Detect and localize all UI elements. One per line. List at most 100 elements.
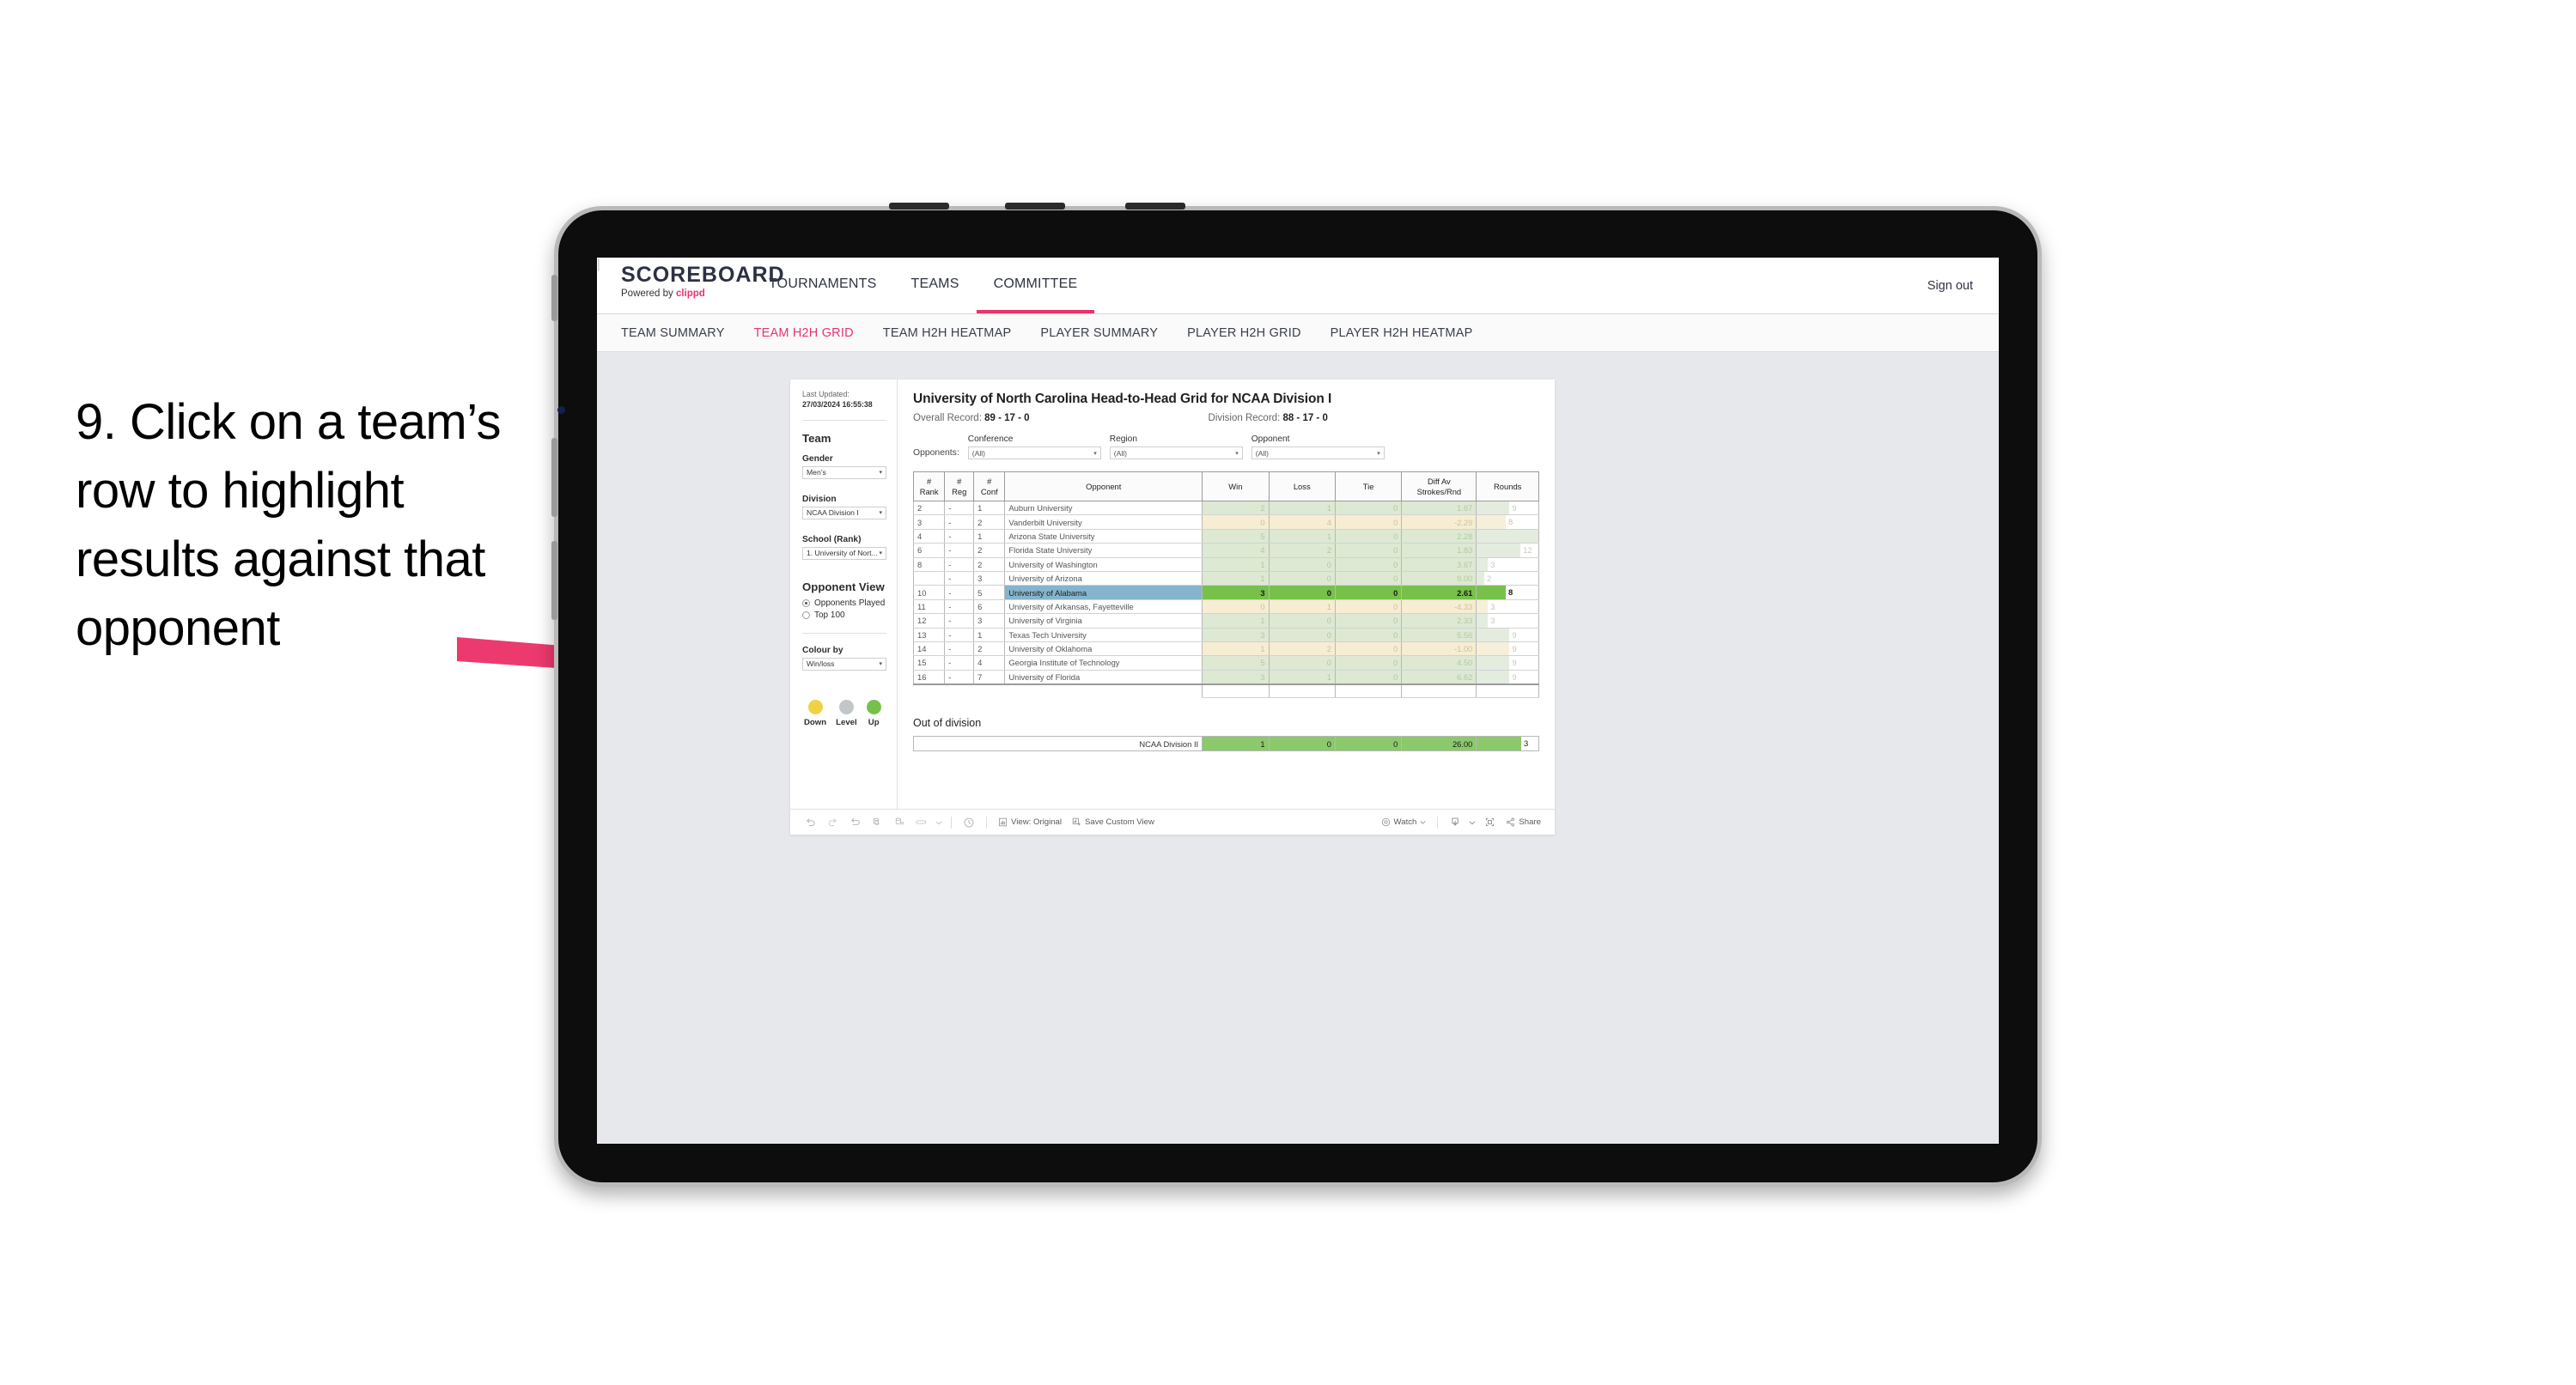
cell-rank: 14 bbox=[912, 641, 946, 657]
table-header-rank[interactable]: # Rank bbox=[912, 471, 946, 501]
table-header-win[interactable]: Win bbox=[1202, 471, 1270, 501]
table-header-conf[interactable]: # Conf bbox=[973, 471, 1006, 501]
table-header-row: # Rank # Reg # Conf Opponent Win Loss Tie Diff Av S… bbox=[912, 471, 1539, 501]
cell-diff: -1.00 bbox=[1401, 641, 1477, 657]
top-navigation-bar: SCOREBOARD Powered by clippd TOURNAMENTS… bbox=[597, 258, 1999, 314]
table-row[interactable]: 14-2 University of Oklahoma 1 2 0 -1.00 9 bbox=[912, 641, 1539, 657]
table-row[interactable]: 8-2 University of Washington 1 0 0 3.67 3 bbox=[912, 556, 1539, 572]
table-row[interactable]: 11-6 University of Arkansas, Fayetteville… bbox=[912, 598, 1539, 615]
cell-rank: 12 bbox=[912, 613, 946, 629]
redo-icon[interactable] bbox=[821, 813, 843, 832]
table-row[interactable]: 12-3 University of Virginia 1 0 0 2.33 3 bbox=[912, 613, 1539, 629]
cell-loss: 2 bbox=[1268, 543, 1336, 558]
team-section-heading: Team bbox=[802, 431, 831, 445]
record-row: Overall Record: 89 - 17 - 0 Division Rec… bbox=[913, 413, 1539, 423]
device-top-button-3 bbox=[1125, 203, 1185, 210]
download-icon[interactable] bbox=[1444, 813, 1466, 832]
share-label: Share bbox=[1519, 817, 1541, 827]
subtab-team-h2h-grid[interactable]: TEAM H2H GRID bbox=[754, 326, 854, 340]
table-row[interactable]: 6-2 Florida State University 4 2 0 1.83 12 bbox=[912, 543, 1539, 558]
fullscreen-icon[interactable] bbox=[1478, 813, 1501, 832]
subtab-player-summary[interactable]: PLAYER SUMMARY bbox=[1040, 326, 1158, 340]
table-row[interactable]: 4-1Arizona State University5102.2817 bbox=[912, 528, 1539, 544]
chevron-down-icon[interactable] bbox=[1466, 813, 1478, 832]
table-header-tie[interactable]: Tie bbox=[1334, 471, 1403, 501]
gender-value: Men’s bbox=[807, 468, 826, 477]
swap-icon[interactable] bbox=[910, 813, 933, 832]
nav-tab-teams[interactable]: TEAMS bbox=[893, 258, 976, 313]
table-row[interactable]: 13-1 Texas Tech University 3 0 0 5.56 9 bbox=[912, 627, 1539, 642]
subtab-player-h2h-heatmap[interactable]: PLAYER H2H HEATMAP bbox=[1331, 326, 1473, 340]
cell-win: 1 bbox=[1202, 641, 1270, 657]
view-original-button[interactable]: View: Original bbox=[993, 817, 1067, 827]
cell-rank: 16 bbox=[912, 669, 946, 685]
filter-opponent-select[interactable]: (All) ▾ bbox=[1251, 446, 1385, 459]
share-button[interactable]: Share bbox=[1501, 817, 1546, 827]
out-of-division-win: 1 bbox=[1202, 736, 1270, 752]
table-header-opponent[interactable]: Opponent bbox=[1004, 471, 1203, 501]
revert-icon[interactable] bbox=[843, 813, 866, 832]
cell-diff: 2.28 bbox=[1401, 528, 1477, 544]
chevron-down-icon[interactable] bbox=[933, 813, 945, 832]
refresh-icon[interactable] bbox=[866, 813, 888, 832]
save-custom-view-button[interactable]: Save Custom View bbox=[1067, 817, 1160, 827]
pause-icon[interactable] bbox=[888, 813, 910, 832]
nav-divider: | bbox=[597, 258, 600, 271]
table-row[interactable]: 2-1 Auburn University 2 1 0 1.67 9 bbox=[912, 500, 1539, 516]
table-row[interactable]: -3 University of Arizona 1 0 0 9.00 2 bbox=[912, 570, 1539, 586]
division-select[interactable]: NCAA Division I ▾ bbox=[802, 506, 886, 519]
device-power-button bbox=[551, 275, 557, 321]
chevron-down-icon: ▾ bbox=[1235, 450, 1239, 457]
nav-tab-tournaments[interactable]: TOURNAMENTS bbox=[752, 258, 893, 313]
gender-select[interactable]: Men’s ▾ bbox=[802, 465, 886, 479]
filter-conference-select[interactable]: (All) ▾ bbox=[967, 446, 1101, 459]
legend-label-up: Up bbox=[868, 717, 880, 727]
viz-title: University of North Carolina Head-to-Hea… bbox=[913, 392, 1332, 406]
nav-tab-committee[interactable]: COMMITTEE bbox=[976, 258, 1095, 313]
view-icon bbox=[999, 817, 1007, 827]
cell-tie: 0 bbox=[1334, 655, 1403, 671]
opponents-label: Opponents: bbox=[913, 448, 959, 458]
cell-tie: 0 bbox=[1334, 598, 1403, 615]
table-header-diff-av-strokes-rnd[interactable]: Diff Av Strokes/Rnd bbox=[1401, 471, 1477, 501]
table-header-rounds[interactable]: Rounds bbox=[1476, 471, 1539, 501]
watch-button[interactable]: Watch bbox=[1376, 817, 1432, 827]
clock-icon[interactable] bbox=[958, 813, 980, 832]
out-of-division-row[interactable]: NCAA Division II 1 0 0 26.00 3 bbox=[912, 736, 1539, 752]
table-header-loss[interactable]: Loss bbox=[1268, 471, 1336, 501]
cell-rank: 13 bbox=[912, 627, 946, 642]
table-row[interactable]: 15-4 Georgia Institute of Technology 5 0 0 4.… bbox=[912, 655, 1539, 671]
radio-top-100[interactable]: Top 100 bbox=[802, 610, 886, 620]
sign-out-link[interactable]: Sign out bbox=[1927, 279, 1973, 293]
table-row[interactable]: 3-2 Vanderbilt University 0 4 0 -2.29 8 bbox=[912, 514, 1539, 530]
colour-by-select[interactable]: Win/loss ▾ bbox=[802, 657, 886, 671]
cell-diff: 5.56 bbox=[1401, 627, 1477, 642]
cell-region-rank: - bbox=[944, 500, 975, 516]
device-volume-up-button bbox=[551, 438, 557, 517]
table-row[interactable]: 10-5 University of Alabama 3 0 0 2.61 8 bbox=[912, 585, 1539, 600]
undo-icon[interactable] bbox=[799, 813, 821, 832]
radio-opponents-played[interactable]: Opponents Played bbox=[802, 598, 886, 608]
cell-region-rank: - bbox=[944, 641, 975, 657]
toolbar-divider-1 bbox=[951, 816, 952, 829]
cell-diff: 2.61 bbox=[1401, 585, 1477, 600]
table-row[interactable]: 16-7 University of Florida 3 1 0 6.62 9 bbox=[912, 669, 1539, 685]
device-top-button-2 bbox=[1005, 203, 1065, 210]
subtab-player-h2h-grid[interactable]: PLAYER H2H GRID bbox=[1187, 326, 1300, 340]
opponent-filters: Opponents: Conference (All) ▾ Region (Al bbox=[913, 434, 1539, 459]
table-header-reg[interactable]: # Reg bbox=[944, 471, 975, 501]
cell-win: 2 bbox=[1202, 500, 1270, 516]
save-view-icon bbox=[1072, 817, 1081, 826]
cell-tie: 0 bbox=[1334, 570, 1403, 586]
subtab-team-h2h-heatmap[interactable]: TEAM H2H HEATMAP bbox=[883, 326, 1012, 340]
viz-toolbar: View: Original Save Custom View Watch Sh… bbox=[790, 809, 1555, 835]
cell-win: 1 bbox=[1202, 570, 1270, 586]
subtab-team-summary[interactable]: TEAM SUMMARY bbox=[621, 326, 725, 340]
cell-conference-rank: 1 bbox=[973, 500, 1006, 516]
dashboard-sheet: Last Updated: 27/03/2024 16:55:38 Team G… bbox=[790, 380, 1555, 809]
out-of-division-loss: 0 bbox=[1268, 736, 1336, 752]
chevron-down-icon: ▾ bbox=[879, 470, 882, 477]
filter-region-select[interactable]: (All) ▾ bbox=[1109, 446, 1243, 459]
cell-conference-rank: 2 bbox=[973, 556, 1006, 572]
school-select[interactable]: 1. University of Nort... ▾ bbox=[802, 546, 886, 560]
